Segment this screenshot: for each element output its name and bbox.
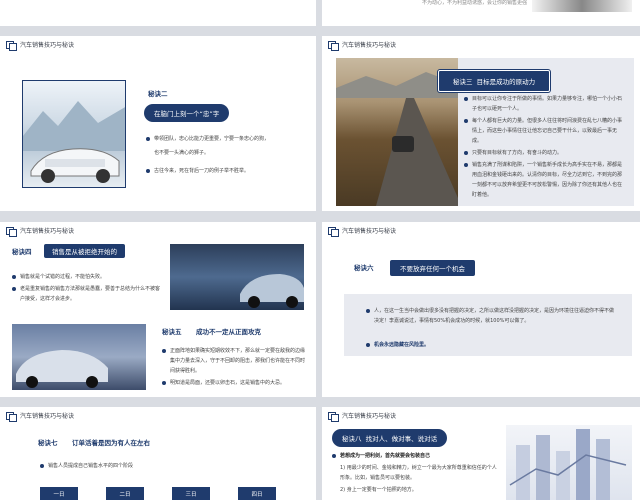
slide-secret-3: 汽车销售技巧与秘诀 秘诀三 目标是成功的原动力 目标可以让你专注于所做的事情。如… — [322, 36, 640, 211]
secret-8-lead: 若想成为一把利剑，首先就要会包装自己 — [332, 451, 502, 461]
secret-8-item-2: 2) 身上一定要有一个拍照的地方。 — [340, 487, 417, 493]
secret-2-bullet-2: 古往今来，死在背后一刀的例子举不胜举。 — [146, 166, 306, 176]
slide-secret-2: 汽车销售技巧与秘诀 秘诀二 在脑门上刻一个“忠”字 带领团队，忠心比能力更重要，… — [0, 36, 316, 211]
slide-secret-4-5: 汽车销售技巧与秘诀 秘诀四 销售是从被拒绝开始的 销售就是个试错的过程，不能怕失… — [0, 222, 316, 397]
secret-8-title-b: 找对人、做对事、说对话 — [365, 435, 438, 443]
secret-6-title: 秘诀六 — [354, 264, 374, 272]
secret-2-title: 秘诀二 — [148, 90, 168, 98]
secret-4-title: 秘诀四 — [12, 248, 32, 256]
slide-secret-6: 汽车销售技巧与秘诀 秘诀六 不要放弃任何一个机会 人，在这一生当中会做出很多没有… — [322, 222, 640, 397]
slide-secret-7: 汽车销售技巧与秘诀 秘诀七 订单活着是因为有人在左右 销售人员提成自己销售水平的… — [0, 407, 316, 500]
car-night-image — [170, 244, 304, 310]
logo-icon — [6, 40, 17, 51]
secret-3-title: 秘诀三 目标是成功的原动力 — [436, 69, 552, 93]
secret-2-bullet-1: 带领团队，忠心比能力更重要，宁要一条忠心的狗， — [146, 134, 306, 144]
logo-icon — [328, 226, 339, 237]
stage-1: 一日 — [40, 487, 78, 500]
secret-8-title: 秘诀八 找对人、做对事、说对话 — [332, 429, 448, 447]
secret-3-bullet-3: 只要有目标就有了方向，有奋斗的动力。 — [464, 148, 626, 158]
stage-4: 四日 — [238, 487, 276, 500]
secret-6-bullet-2: 机会永远隐藏在风险里。 — [366, 340, 616, 350]
logo-icon — [328, 411, 339, 422]
secret-3-bullet-2: 每个人都有巨大的力量。但很多人往往将时间浪费在乱七八糟的小事情上，而这些小事情往… — [464, 116, 626, 146]
slide-header: 汽车销售技巧与秘诀 — [6, 226, 75, 237]
slide-header: 汽车销售技巧与秘诀 — [328, 40, 397, 51]
secret-4-subtitle: 销售是从被拒绝开始的 — [44, 244, 125, 258]
secret-6-subtitle: 不要放弃任何一个机会 — [390, 260, 475, 276]
bar-chart-image — [506, 425, 632, 500]
secret-3-bullet-4: 销售充满了刑谋和陷阱，一个销售新手成长为高手实在不易，那都是用血泪和金钱砸出来的… — [464, 160, 626, 200]
secret-3-title-a: 秘诀三 — [453, 78, 473, 86]
secret-4-bullet-1: 销售就是个试错的过程，不能怕失败。 — [12, 272, 162, 282]
secret-8-title-a: 秘诀八 — [342, 435, 362, 443]
car-snow-image — [22, 80, 126, 188]
secret-2-subtitle: 在脑门上刻一个“忠”字 — [144, 104, 230, 122]
secret-8-item-1: 1) 用最少的时间、金钱和精力，树立一个最为大家所尊重和信任的个人形象。比如，销… — [340, 465, 497, 481]
stage-2: 二日 — [106, 487, 144, 500]
header-label: 汽车销售技巧与秘诀 — [342, 228, 397, 235]
slide-top-right: 不为动心，不为利益动诱惑，会让你的销售更强 — [322, 0, 640, 26]
car-photo — [532, 0, 632, 12]
header-label: 汽车销售技巧与秘诀 — [20, 413, 75, 420]
secret-4-bullet-2: 老是重复销售的销售方法那就是愚蠢，要善于总结为什么不被客户接受，这样才会进步。 — [12, 284, 162, 304]
slide-header: 汽车销售技巧与秘诀 — [6, 411, 75, 422]
header-label: 汽车销售技巧与秘诀 — [20, 228, 75, 235]
slide-header: 汽车销售技巧与秘诀 — [328, 226, 397, 237]
header-label: 汽车销售技巧与秘诀 — [20, 42, 75, 49]
secret-7-title: 秘诀七 — [38, 439, 58, 447]
stage-3: 三日 — [172, 487, 210, 500]
header-label: 汽车销售技巧与秘诀 — [342, 413, 397, 420]
secret-6-bullet-1: 人，在这一生当中会做出很多没有把握的决定，之所以做这样没把握的决定，是因为环境往… — [366, 306, 616, 326]
secret-2-bullet-1b: 也不要一头满心的狮子。 — [154, 150, 210, 156]
secret-5-subtitle: 成功不一定从正面攻克 — [196, 328, 261, 336]
slide-header: 汽车销售技巧与秘诀 — [6, 40, 75, 51]
slide-secret-8: 汽车销售技巧与秘诀 秘诀八 找对人、做对事、说对话 若想成为一把利剑，首先就要会… — [322, 407, 640, 500]
secret-7-subtitle: 订单活着是因为有人在左右 — [72, 439, 150, 447]
car-blue-image — [12, 324, 146, 390]
logo-icon — [6, 411, 17, 422]
secret-5-title: 秘诀五 — [162, 328, 182, 336]
header-label: 汽车销售技巧与秘诀 — [342, 42, 397, 49]
logo-icon — [328, 40, 339, 51]
secret-3-title-b: 目标是成功的原动力 — [476, 78, 536, 86]
secret-7-bullet-1: 销售人员提成自己销售水平的四个阶段 — [40, 461, 240, 471]
slide-top-left — [0, 0, 316, 26]
secret-3-bullet-1: 目标可以让你专注于所做的事情。如果力量够专注，哪怕一个小小石子也可以砸死一个人。 — [464, 94, 626, 114]
slide-header: 汽车销售技巧与秘诀 — [328, 411, 397, 422]
logo-icon — [6, 226, 17, 237]
secret-5-bullet-1: 正面阵地如果确实短期收效不下，那么就一定要在敌我的边缘集中力量去深入，守于不回卸… — [162, 346, 306, 376]
secret-5-bullet-2: 明知道是局面，还要以卵击石，这是销售中的大忌。 — [162, 378, 306, 388]
